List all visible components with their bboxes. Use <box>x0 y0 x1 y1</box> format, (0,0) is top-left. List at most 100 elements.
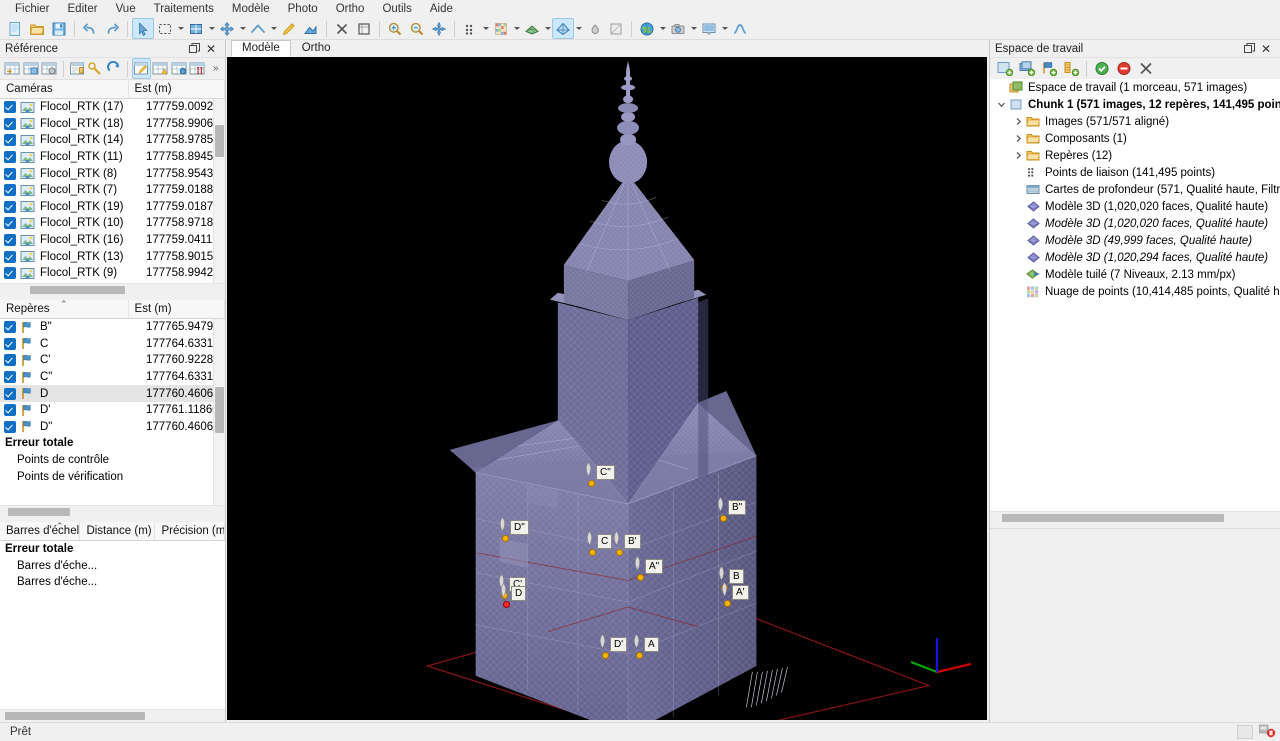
rectangle-selection-dropdown-arrow-icon[interactable] <box>176 19 185 38</box>
marker-row[interactable]: B" 177765.947967 <box>0 319 225 336</box>
mesh-shaded-dropdown-arrow-icon[interactable] <box>543 19 552 38</box>
navigation-icon[interactable] <box>428 18 450 39</box>
workspace-hscrollbar[interactable] <box>990 511 1280 524</box>
markers-column-est[interactable]: Est (m) <box>129 300 225 318</box>
menu-modele[interactable]: Modèle <box>223 0 279 18</box>
camera-row[interactable]: Flocol_RTK (10) 177758.97187 <box>0 215 225 232</box>
camera-view-icon[interactable] <box>667 18 689 39</box>
crop-selection-icon[interactable] <box>353 18 375 39</box>
undock-icon[interactable] <box>187 42 201 56</box>
camera-checkbox[interactable] <box>4 250 16 263</box>
optimize-cameras-icon[interactable] <box>86 58 105 79</box>
menu-aide[interactable]: Aide <box>421 0 462 18</box>
tree-node[interactable]: Modèle tuilé (7 Niveaux, 2.13 mm/px) <box>990 266 1280 283</box>
chevron-right-icon[interactable] <box>1011 149 1025 163</box>
display-view-dropdown-arrow-icon[interactable] <box>720 19 729 38</box>
export-reference-icon[interactable] <box>22 58 41 79</box>
markers-summary-row[interactable]: Erreur totale <box>0 435 225 452</box>
texture-off-icon[interactable] <box>583 18 605 39</box>
markers-summary-row[interactable]: Points de contrôle <box>0 452 225 469</box>
undo-icon[interactable] <box>79 18 101 39</box>
scalebar-summary-row[interactable]: Erreur totale <box>0 541 225 558</box>
dense-cloud-icon[interactable] <box>490 18 512 39</box>
select-arrow-icon[interactable] <box>132 18 154 39</box>
add-markers-icon[interactable] <box>1038 58 1060 79</box>
menu-photo[interactable]: Photo <box>279 0 327 18</box>
camera-checkbox[interactable] <box>4 151 16 164</box>
camera-row[interactable]: Flocol_RTK (11) 177758.89455 <box>0 149 225 166</box>
display-view-icon[interactable] <box>698 18 720 39</box>
viewport-marker[interactable]: C" <box>584 462 615 487</box>
scalebars-column-name[interactable]: Barres d'échelle ⌃ <box>0 522 81 540</box>
save-icon[interactable] <box>48 18 70 39</box>
viewport-marker[interactable]: A <box>632 634 659 659</box>
tree-node[interactable]: Nuage de points (10,414,485 points, Qual… <box>990 283 1280 300</box>
tree-node[interactable]: Points de liaison (141,495 points) <box>990 164 1280 181</box>
scalebars-column-precision[interactable]: Précision (m <box>155 522 225 540</box>
menu-traitements[interactable]: Traitements <box>145 0 223 18</box>
add-photos-icon[interactable] <box>1016 58 1038 79</box>
model-solid-icon[interactable] <box>552 18 574 39</box>
undock-icon[interactable] <box>1242 42 1256 56</box>
marker-checkbox[interactable] <box>4 420 16 433</box>
rotate-region-dropdown-arrow-icon[interactable] <box>269 19 278 38</box>
camera-row[interactable]: Flocol_RTK (7) 177759.01880 <box>0 182 225 199</box>
camera-row[interactable]: Flocol_RTK (8) 177758.95438 <box>0 165 225 182</box>
remove-items-icon[interactable] <box>1135 58 1157 79</box>
move-region-dropdown-arrow-icon[interactable] <box>238 19 247 38</box>
add-scalebar-icon[interactable] <box>1060 58 1082 79</box>
camera-row[interactable]: Flocol_RTK (18) 177758.99065 <box>0 116 225 133</box>
edit-reference-icon[interactable] <box>132 58 151 79</box>
reference-settings-icon[interactable] <box>68 58 87 79</box>
marker-checkbox[interactable] <box>4 337 16 350</box>
tree-node[interactable]: Repères (12) <box>990 147 1280 164</box>
viewport-marker[interactable]: A' <box>720 582 749 607</box>
viewport-marker[interactable]: D' <box>598 634 628 659</box>
camera-row[interactable]: Flocol_RTK (17) 177759.00924 <box>0 99 225 116</box>
camera-view-dropdown-arrow-icon[interactable] <box>689 19 698 38</box>
flat-shading-icon[interactable] <box>605 18 627 39</box>
cameras-column-name[interactable]: Caméras <box>0 80 129 98</box>
view-estimated-icon[interactable]: i <box>169 58 188 79</box>
rectangle-selection-icon[interactable] <box>154 18 176 39</box>
tree-node[interactable]: Espace de travail (1 morceau, 571 images… <box>990 79 1280 96</box>
disable-icon[interactable] <box>1113 58 1135 79</box>
scalebars-column-distance[interactable]: Distance (m) <box>80 522 156 540</box>
tab-modele[interactable]: Modèle <box>231 40 291 57</box>
tree-node[interactable]: Modèle 3D (1,020,020 faces, Qualité haut… <box>990 198 1280 215</box>
workspace-tree[interactable]: Espace de travail (1 morceau, 571 images… <box>990 79 1280 511</box>
tree-node[interactable]: Chunk 1 (571 images, 12 repères, 141,495… <box>990 96 1280 113</box>
marker-checkbox[interactable] <box>4 387 16 400</box>
tree-node[interactable]: Modèle 3D (1,020,294 faces, Qualité haut… <box>990 249 1280 266</box>
camera-row[interactable]: Flocol_RTK (16) 177759.04112 <box>0 232 225 249</box>
camera-checkbox[interactable] <box>4 267 16 280</box>
network-status-icon[interactable] <box>1258 724 1276 741</box>
tree-node[interactable]: Modèle 3D (49,999 faces, Qualité haute) <box>990 232 1280 249</box>
chevron-right-icon[interactable] <box>1011 115 1025 129</box>
cameras-hscrollbar[interactable] <box>0 283 225 296</box>
marker-checkbox[interactable] <box>4 354 16 367</box>
zoom-in-icon[interactable] <box>384 18 406 39</box>
marker-checkbox[interactable] <box>4 371 16 384</box>
marker-checkbox[interactable] <box>4 321 16 334</box>
tree-node[interactable]: Modèle 3D (1,020,020 faces, Qualité haut… <box>990 215 1280 232</box>
tab-ortho[interactable]: Ortho <box>291 40 342 57</box>
model-viewport[interactable]: C" B" D" C B' A" B A' C' D D' A <box>227 57 987 720</box>
new-document-icon[interactable] <box>4 18 26 39</box>
camera-checkbox[interactable] <box>4 200 16 213</box>
viewport-marker[interactable]: C <box>585 531 613 556</box>
ortho-globe-icon[interactable] <box>636 18 658 39</box>
viewport-marker[interactable]: D <box>499 583 527 608</box>
menu-fichier[interactable]: Fichier <box>6 0 59 18</box>
chevron-down-icon[interactable] <box>994 98 1008 112</box>
camera-checkbox[interactable] <box>4 217 16 230</box>
scalebars-list[interactable]: Erreur totale Barres d'éche... Barres d'éc… <box>0 541 225 709</box>
markers-column-name[interactable]: Repères ⌃ <box>0 300 129 318</box>
overflow-chevron-icon[interactable]: » <box>206 58 225 79</box>
tie-points-icon[interactable] <box>459 18 481 39</box>
markers-summary-row[interactable]: Points de vérification <box>0 468 225 485</box>
chevron-right-icon[interactable] <box>1011 132 1025 146</box>
open-folder-icon[interactable] <box>26 18 48 39</box>
menu-ortho[interactable]: Ortho <box>327 0 374 18</box>
camera-checkbox[interactable] <box>4 101 16 114</box>
